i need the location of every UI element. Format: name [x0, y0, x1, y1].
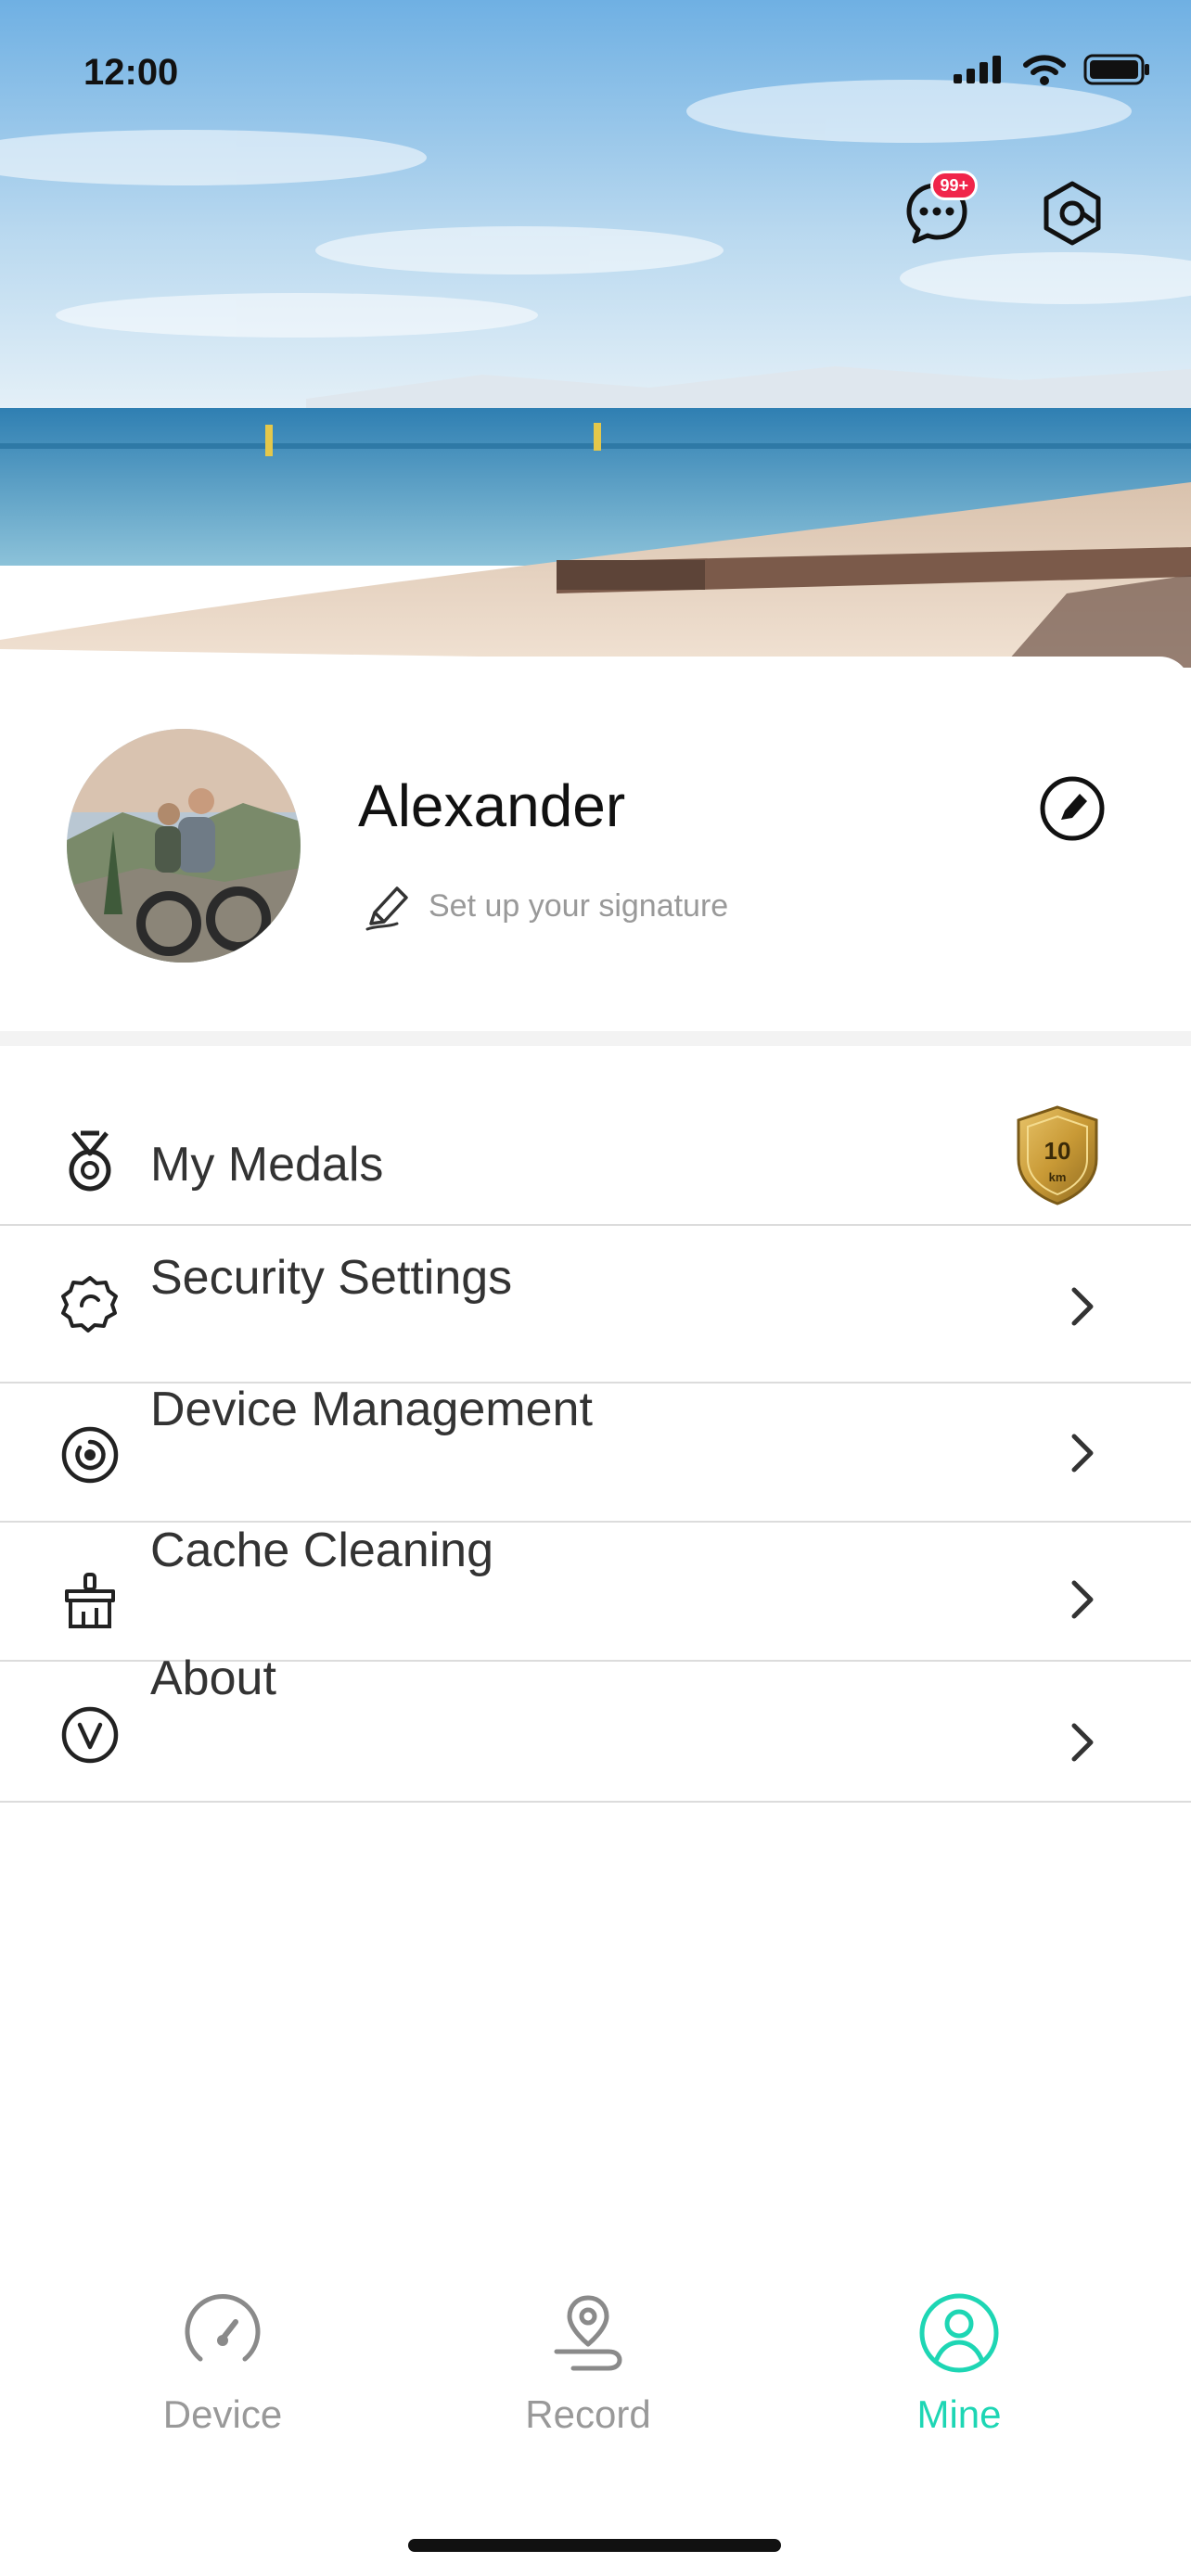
header-actions: 99+	[902, 171, 1108, 249]
bottom-tab-bar: Device Record Mine	[0, 2290, 1191, 2476]
chevron-right-icon	[1057, 1575, 1108, 1625]
menu-item-my-medals[interactable]: My Medals 10 km	[0, 1046, 1191, 1226]
pen-icon	[365, 886, 408, 931]
device-target-icon	[58, 1422, 122, 1487]
security-gear-icon	[58, 1270, 122, 1335]
menu-label-security-settings: Security Settings	[150, 1251, 513, 1305]
medal-badge[interactable]: 10 km	[1013, 1103, 1102, 1207]
tab-label-mine: Mine	[916, 2392, 1002, 2436]
medal-icon	[58, 1129, 122, 1194]
menu-item-about[interactable]: About	[0, 1651, 1191, 1803]
edit-profile-icon[interactable]	[1037, 773, 1108, 844]
status-time: 12:00	[83, 52, 179, 93]
user-name: Alexander	[358, 772, 626, 839]
status-icons	[954, 54, 1150, 85]
menu-item-security-settings[interactable]: Security Settings	[0, 1224, 1191, 1384]
messages-button[interactable]: 99+	[902, 171, 978, 249]
chevron-right-icon	[1057, 1282, 1108, 1332]
chevron-right-icon	[1057, 1717, 1108, 1767]
tab-label-device: Device	[162, 2392, 283, 2436]
profile-section: Alexander Set up your signature	[0, 657, 1191, 1031]
home-indicator	[408, 2539, 781, 2552]
broom-icon	[58, 1569, 122, 1634]
tab-record[interactable]: Record	[449, 2290, 727, 2437]
tab-label-record: Record	[525, 2392, 651, 2436]
menu-label-my-medals: My Medals	[150, 1138, 384, 1192]
medal-unit: km	[1048, 1170, 1067, 1184]
avatar[interactable]	[67, 729, 301, 963]
menu-item-device-management[interactable]: Device Management	[0, 1382, 1191, 1523]
settings-hex-icon	[1044, 181, 1101, 246]
about-version-icon	[58, 1702, 122, 1767]
status-bar: 12:00	[0, 0, 1191, 139]
menu-item-cache-cleaning[interactable]: Cache Cleaning	[0, 1521, 1191, 1662]
person-icon	[919, 2293, 999, 2373]
medal-number: 10	[1044, 1137, 1071, 1165]
menu-label-about: About	[150, 1651, 276, 1705]
wifi-icon	[1023, 55, 1066, 85]
profile-card: Alexander Set up your signature My Medal…	[0, 657, 1191, 2576]
tab-mine[interactable]: Mine	[820, 2290, 1098, 2437]
signature-row[interactable]: Set up your signature	[362, 879, 728, 933]
location-route-icon	[554, 2295, 622, 2371]
chevron-right-icon	[1057, 1428, 1108, 1478]
menu-label-device-management: Device Management	[150, 1383, 593, 1436]
tab-device[interactable]: Device	[83, 2290, 362, 2437]
menu-label-cache-cleaning: Cache Cleaning	[150, 1524, 494, 1577]
signature-placeholder: Set up your signature	[429, 887, 729, 924]
section-divider	[0, 1031, 1191, 1046]
settings-button[interactable]	[1037, 178, 1108, 249]
speedometer-icon	[185, 2294, 261, 2362]
battery-icon	[1083, 54, 1149, 85]
messages-badge: 99+	[930, 171, 978, 200]
signal-icon	[954, 56, 1001, 83]
